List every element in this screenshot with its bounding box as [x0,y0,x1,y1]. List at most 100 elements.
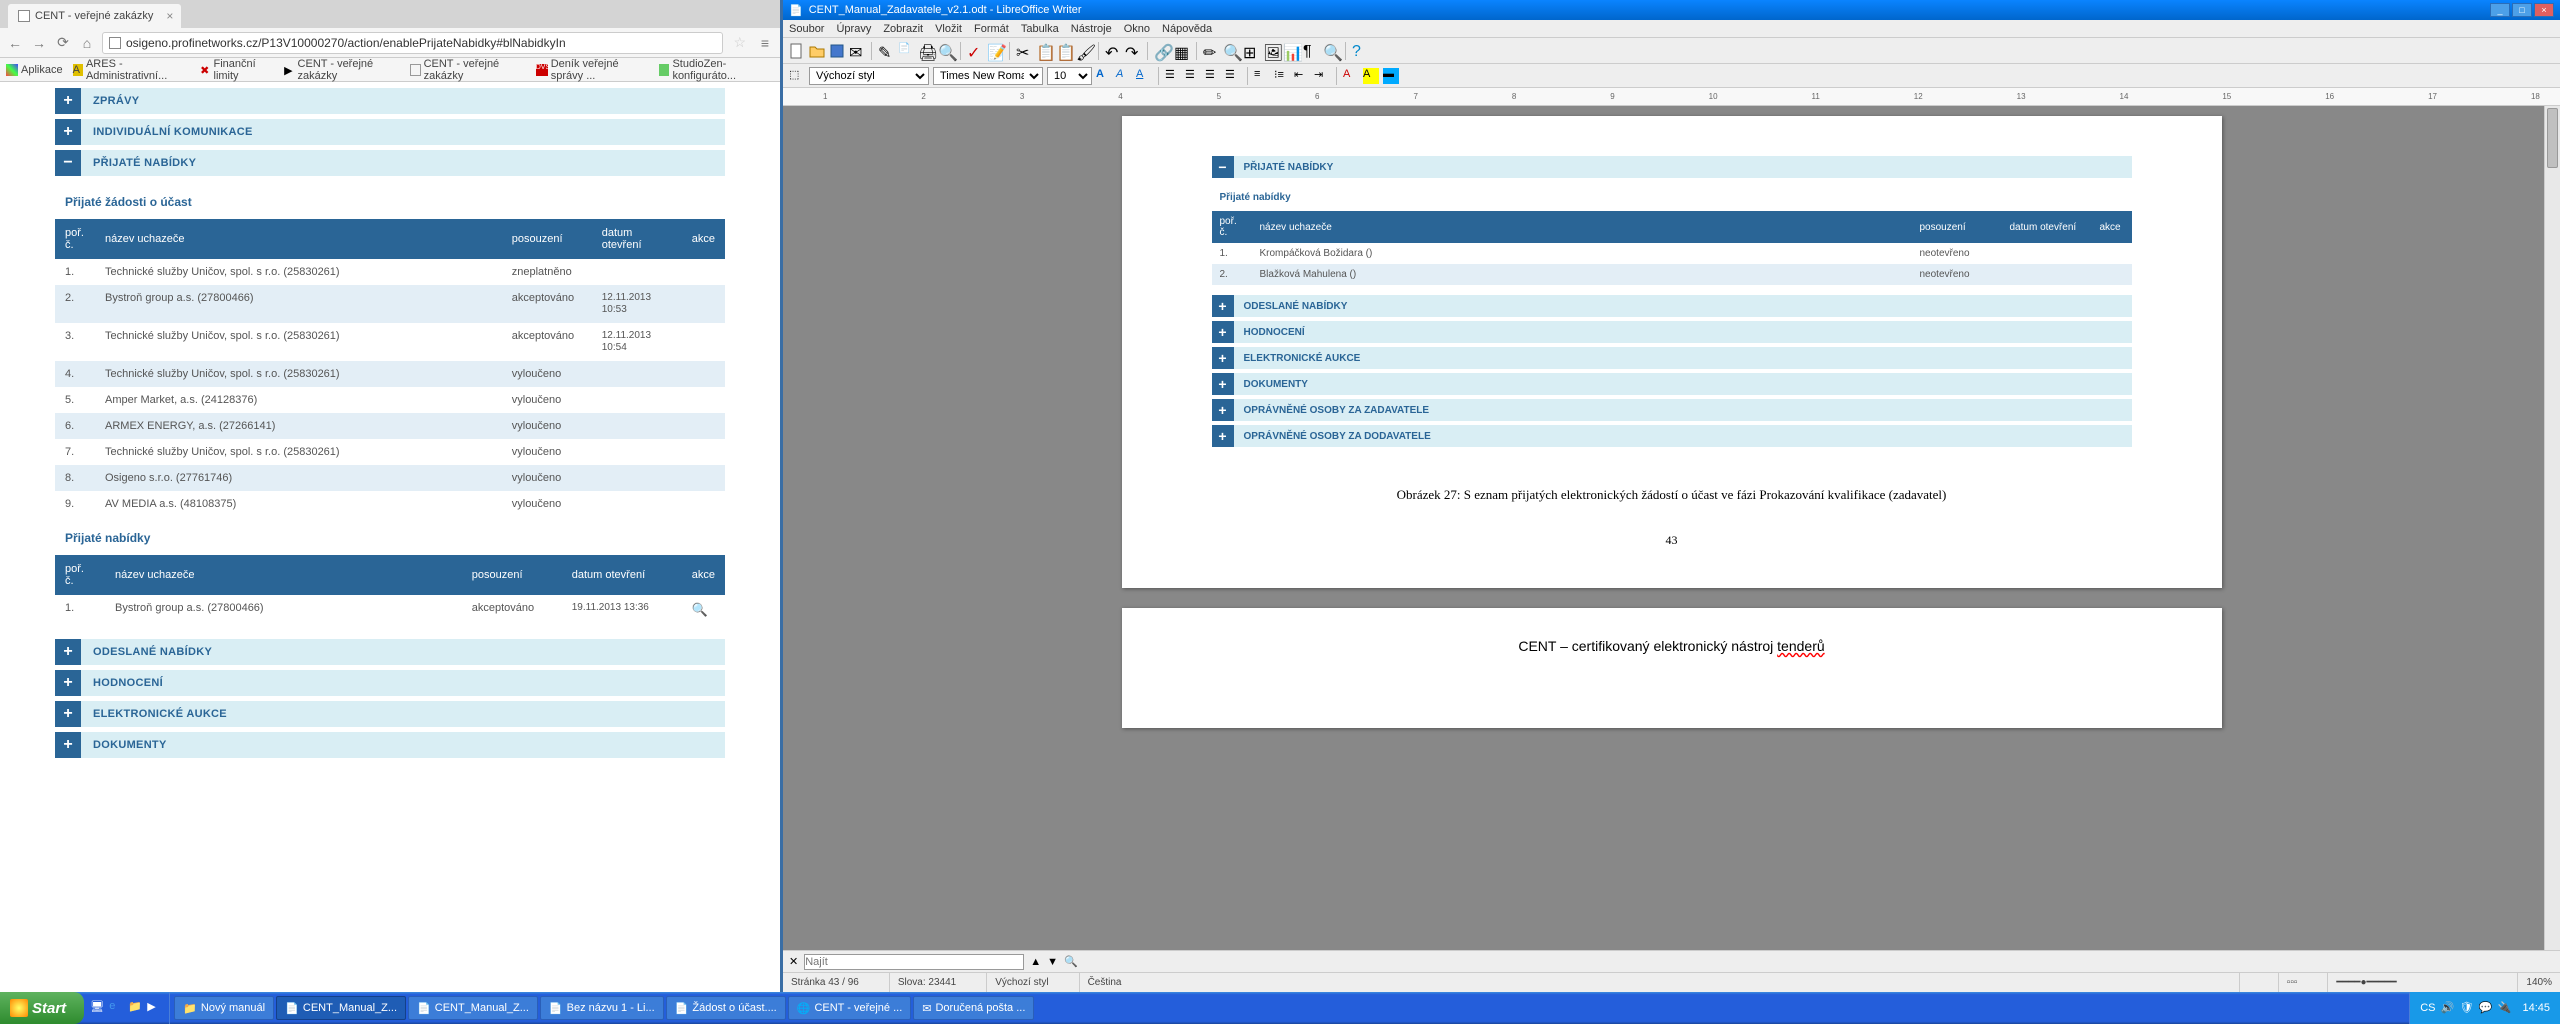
gallery-icon[interactable]: 🖼 [1263,43,1279,59]
bookmark-item[interactable]: StudioZen-konfiguráto... [659,58,774,82]
taskbar-item[interactable]: 📄CENT_Manual_Z... [408,996,538,1020]
nonprint-icon[interactable]: ¶ [1303,43,1319,59]
zoom-icon[interactable]: 🔍 [1323,43,1339,59]
menu-vlozit[interactable]: Vložit [935,23,962,35]
find-prev-icon[interactable]: ▲ [1030,956,1041,968]
align-right-icon[interactable]: ☰ [1205,68,1221,84]
indent-dec-icon[interactable]: ⇤ [1294,68,1310,84]
taskbar-item[interactable]: ✉Doručená pošta ... [913,996,1034,1020]
help-icon[interactable]: ? [1352,43,1368,59]
bold-icon[interactable]: A [1096,68,1112,84]
paste-icon[interactable]: 📋 [1056,43,1072,59]
bookmark-item[interactable]: ✖Finanční limity [200,58,274,82]
email-icon[interactable]: ✉ [849,43,865,59]
find-all-icon[interactable]: 🔍 [1064,955,1078,968]
menu-nastroje[interactable]: Nástroje [1071,23,1112,35]
status-zoom[interactable]: 140% [2517,973,2552,992]
magnify-icon[interactable]: 🔍 [682,595,725,625]
preview-icon[interactable]: 🔍 [938,43,954,59]
show-draw-icon[interactable]: ✏ [1203,43,1219,59]
numbering-icon[interactable]: ≡ [1254,68,1270,84]
align-center-icon[interactable]: ☰ [1185,68,1201,84]
table-icon[interactable]: ▦ [1174,43,1190,59]
save-icon[interactable] [829,43,845,59]
copy-icon[interactable]: 📋 [1036,43,1052,59]
horizontal-ruler[interactable]: 123456789101112131415161718 [783,88,2560,106]
tray-icon[interactable]: 🔌 [2497,1001,2511,1015]
undo-icon[interactable]: ↶ [1105,43,1121,59]
taskbar-item[interactable]: 📄Žádost o účast.... [666,996,786,1020]
explorer-icon[interactable]: 📁 [128,1000,144,1016]
bg-color-icon[interactable]: ▬ [1383,68,1399,84]
datasource-icon[interactable]: 📊 [1283,43,1299,59]
align-justify-icon[interactable]: ☰ [1225,68,1241,84]
find-next-icon[interactable]: ▼ [1047,956,1058,968]
font-color-icon[interactable]: A [1343,68,1359,84]
paragraph-style-select[interactable]: Výchozí styl [809,67,929,85]
tray-icon[interactable]: 🔊 [2440,1001,2454,1015]
accordion-hodnoceni[interactable]: +HODNOCENÍ [55,670,725,696]
print-icon[interactable]: 🖨 [918,43,934,59]
accordion-prijate-nabidky[interactable]: −PŘIJATÉ NABÍDKY [55,150,725,176]
browser-tab[interactable]: CENT - veřejné zakázky × [8,4,181,28]
hyperlink-icon[interactable]: 🔗 [1154,43,1170,59]
menu-format[interactable]: Formát [974,23,1009,35]
reload-button[interactable]: ⟳ [54,34,72,52]
bookmark-item[interactable]: CENT - veřejné zakázky [410,58,526,82]
forward-button[interactable]: → [30,34,48,52]
taskbar-item[interactable]: 📄Bez názvu 1 - Li... [540,996,664,1020]
close-button[interactable]: × [2534,3,2554,17]
menu-zobrazit[interactable]: Zobrazit [883,23,923,35]
apps-button[interactable]: Aplikace [6,64,63,76]
autospell-icon[interactable]: 📝 [987,43,1003,59]
document-area[interactable]: −PŘIJATÉ NABÍDKY Přijaté nabídky poř. č.… [783,106,2560,950]
taskbar-item[interactable]: 📁Nový manuál [174,996,274,1020]
zoom-slider[interactable]: ━━━━●━━━━━ [2327,973,2487,992]
find-icon[interactable]: 🔍 [1223,43,1239,59]
media-icon[interactable]: ▶ [147,1000,163,1016]
menu-tabulka[interactable]: Tabulka [1021,23,1059,35]
open-icon[interactable] [809,43,825,59]
minimize-button[interactable]: _ [2490,3,2510,17]
underline-icon[interactable]: A [1136,68,1152,84]
indent-inc-icon[interactable]: ⇥ [1314,68,1330,84]
bookmark-item[interactable]: ▶CENT - veřejné zakázky [284,58,400,82]
tray-icon[interactable]: 🛡 [2459,1001,2473,1015]
styles-icon[interactable]: ⬚ [789,68,805,84]
scroll-thumb[interactable] [2547,108,2558,168]
back-button[interactable]: ← [6,34,24,52]
accordion-aukce[interactable]: +ELEKTRONICKÉ AUKCE [55,701,725,727]
new-icon[interactable] [789,43,805,59]
bookmark-item[interactable]: DVSDeník veřejné správy ... [536,58,649,82]
menu-soubor[interactable]: Soubor [789,23,824,35]
show-desktop-icon[interactable]: 🖥 [90,1000,106,1016]
menu-napoveda[interactable]: Nápověda [1162,23,1212,35]
bookmark-star-icon[interactable]: ☆ [729,34,750,51]
align-left-icon[interactable]: ☰ [1165,68,1181,84]
find-input[interactable] [804,954,1024,970]
address-bar[interactable]: osigeno.profinetworks.cz/P13V10000270/ac… [102,32,723,54]
redo-icon[interactable]: ↷ [1125,43,1141,59]
ie-icon[interactable]: e [109,1000,125,1016]
view-layout-icons[interactable]: ▫▫▫ [2278,973,2298,992]
accordion-zpravy[interactable]: +ZPRÁVY [55,88,725,114]
italic-icon[interactable]: A [1116,68,1132,84]
font-size-select[interactable]: 10 [1047,67,1092,85]
taskbar-item[interactable]: 🌐CENT - veřejné ... [788,996,912,1020]
navigator-icon[interactable]: ⊞ [1243,43,1259,59]
format-paint-icon[interactable]: 🖌 [1076,43,1092,59]
close-tab-icon[interactable]: × [166,9,173,23]
accordion-odeslane[interactable]: +ODESLANÉ NABÍDKY [55,639,725,665]
highlight-icon[interactable]: A [1363,68,1379,84]
pdf-icon[interactable]: 📄 [898,43,914,59]
maximize-button[interactable]: □ [2512,3,2532,17]
bullets-icon[interactable]: ⁝≡ [1274,68,1290,84]
menu-okno[interactable]: Okno [1124,23,1150,35]
lang-indicator[interactable]: CS [2420,1002,2435,1014]
cut-icon[interactable]: ✂ [1016,43,1032,59]
menu-button[interactable]: ≡ [756,34,774,52]
accordion-individualni[interactable]: +INDIVIDUÁLNÍ KOMUNIKACE [55,119,725,145]
start-button[interactable]: Start [0,992,84,1024]
vertical-scrollbar[interactable] [2544,106,2560,950]
menu-upravy[interactable]: Úpravy [836,23,871,35]
